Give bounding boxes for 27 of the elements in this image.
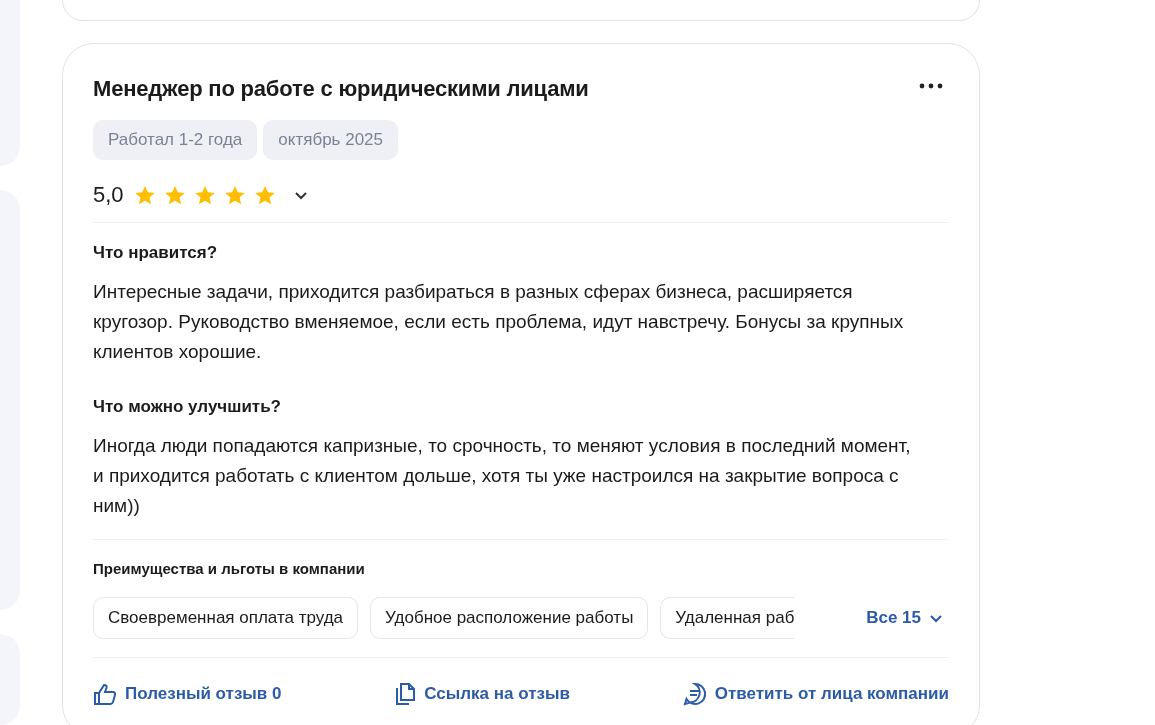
thumbs-up-icon [93,683,117,705]
star-icon [163,184,186,206]
show-all-link[interactable]: Все 15 [866,608,943,628]
review-text: Иногда люди попадаются капризные, то срочность, то меняют условия в последний момент, и приходится работать с клиентом дольше, хотя ты уже настроился на закрытие вопроса с ним)) [93,434,912,518]
benefit-chip: Своевременная оплата труда [93,597,359,639]
tag: Работал 1-2 года [93,120,258,160]
chevron-down-icon [929,613,943,623]
chat-icon [682,682,707,706]
benefit-chip: Удаленная раб [660,597,795,639]
copy-icon [394,683,417,705]
benefits-heading: Преимущества и льготы в компании [93,560,366,577]
star-icon [133,184,156,206]
tag: октябрь 2025 [263,120,398,160]
section-heading: Что можно улучшить? [93,397,282,417]
section-heading: Что нравится? [93,243,219,263]
action-link[interactable]: Ответить от лица компании [682,682,949,706]
star-icon [193,184,216,206]
star-icon [223,184,246,206]
benefit-chip: Удобное расположение работы [370,597,649,639]
more-icon[interactable] [919,83,943,89]
rating-value: 5,0 [93,182,124,208]
star-icon [253,184,276,206]
chevron-down-icon[interactable] [293,190,308,200]
action-link[interactable]: Ссылка на отзыв [394,682,570,706]
review-text: Интересные задачи, приходится разбираться в разных сферах бизнеса, расширяется кругозор. Руководство вменяемое, если есть проблема, идут навстречу. Бонусы за крупных клиентов хорошие. [93,280,905,364]
review-title: Менеджер по работе с юридическими лицами [93,76,589,102]
action-link[interactable]: Полезный отзыв 0 [93,682,282,706]
